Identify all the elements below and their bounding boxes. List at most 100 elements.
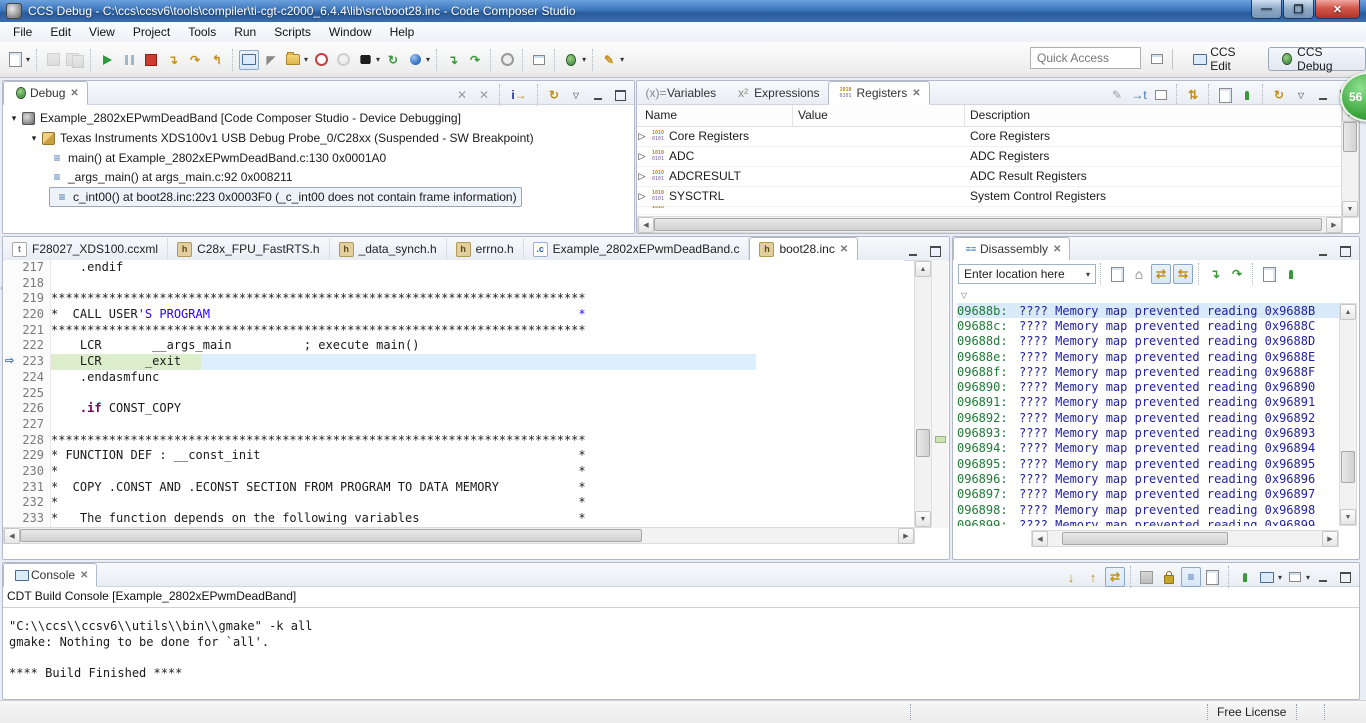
menu-scripts[interactable]: Scripts [265, 23, 320, 41]
tab-variables[interactable]: (x)=Variables [637, 82, 724, 104]
disassembly-line[interactable]: 09688d:???? Memory map prevented reading… [957, 334, 1339, 349]
code-line[interactable]: 226 .if CONST_COPY [4, 401, 904, 417]
pin-view-icon[interactable] [1237, 85, 1257, 105]
save-button[interactable] [43, 50, 63, 70]
debug-tree-row[interactable]: ≡c_int00() at boot28.inc:223 0x0003F0 (_… [49, 188, 522, 206]
disconnect-icon[interactable]: ✕ [474, 85, 494, 105]
code-line[interactable]: ⇨223 LCR _exit [4, 354, 904, 370]
menu-help[interactable]: Help [381, 23, 424, 41]
display-console-dropdown[interactable]: ▾ [1278, 573, 1282, 582]
location-dropdown[interactable]: ▾ [1086, 270, 1090, 279]
new-view-icon[interactable] [1215, 85, 1235, 105]
code-line[interactable]: 217 .endif [4, 260, 904, 276]
open-perspective-icon[interactable] [1147, 49, 1166, 69]
minimize-icon[interactable] [1313, 567, 1333, 587]
flash-pencil-button[interactable]: ✎ [599, 50, 619, 70]
code-line[interactable]: 230* * [4, 464, 904, 480]
debug-tree-row[interactable]: ≡_args_main() at args_main.c:92 0x008211 [49, 168, 293, 186]
disassembly-line[interactable]: 096894:???? Memory map prevented reading… [957, 441, 1339, 456]
debug-tree-row[interactable]: ≡main() at Example_2802xEPwmDeadBand.c:1… [49, 149, 386, 167]
menu-view[interactable]: View [80, 23, 124, 41]
disassembly-line[interactable]: 096898:???? Memory map prevented reading… [957, 502, 1339, 517]
pointer-mode-button[interactable]: ◤ [261, 50, 281, 70]
save-console-icon[interactable] [1137, 567, 1157, 587]
restart-dropdown[interactable]: ▾ [426, 55, 430, 64]
disassembly-listing[interactable]: 09688b:???? Memory map prevented reading… [957, 303, 1339, 526]
disassembly-line[interactable]: 09688c:???? Memory map prevented reading… [957, 318, 1339, 333]
location-combo[interactable]: Enter location here ▾ [958, 264, 1096, 284]
disassembly-line[interactable]: 096891:???? Memory map prevented reading… [957, 395, 1339, 410]
editor-hscrollbar[interactable]: ◀ ▶ [3, 527, 915, 544]
console-output[interactable]: "C:\\ccs\\ccsv6\\utils\\bin\\gmake" -k a… [9, 619, 312, 681]
disassembly-vscrollbar[interactable]: ▲ ▼ [1339, 303, 1357, 526]
editor-tab-example-2802xepwmdeadband-c[interactable]: .cExample_2802xEPwmDeadBand.c [524, 238, 750, 260]
registers-hscrollbar[interactable]: ◀ ▶ [637, 216, 1343, 233]
scroll-left-icon[interactable]: ◀ [638, 217, 654, 233]
editor-vscrollbar[interactable]: ▲ ▼ [914, 260, 932, 528]
load-program-button[interactable] [283, 50, 303, 70]
scroll-right-icon[interactable]: ▶ [1326, 217, 1342, 233]
close-icon[interactable]: ✕ [70, 88, 78, 99]
follow-output-icon[interactable]: ⇄ [1105, 567, 1125, 587]
disassembly-line[interactable]: 09688e:???? Memory map prevented reading… [957, 349, 1339, 364]
new-file-button[interactable] [5, 50, 25, 70]
disassembly-line[interactable]: 09688b:???? Memory map prevented reading… [957, 303, 1339, 318]
editor-tab-c28x-fpu-fastrts-h[interactable]: hC28x_FPU_FastRTS.h [168, 238, 330, 260]
code-line[interactable]: 222 LCR __args_main ; execute main() [4, 338, 904, 354]
step-into-button[interactable]: ↴ [163, 50, 183, 70]
editor-tab-f28027-xds100-ccxml[interactable]: tF28027_XDS100.ccxml [3, 238, 168, 260]
column-value[interactable]: Value [798, 108, 828, 122]
code-line[interactable]: 232* * [4, 495, 904, 511]
editor-tab-errno-h[interactable]: herrno.h [447, 238, 524, 260]
minimize-icon[interactable] [1313, 241, 1333, 261]
scroll-down-icon[interactable]: ▼ [1342, 201, 1358, 217]
restart-button[interactable] [405, 50, 425, 70]
pin-view-icon[interactable] [1281, 264, 1301, 284]
twisty-open-icon[interactable]: ▾ [9, 113, 19, 124]
word-wrap-icon[interactable]: ≡ [1181, 567, 1201, 587]
add-watch-icon[interactable]: →t [1129, 85, 1149, 105]
code-editor[interactable]: 217 .endif218 219***********************… [4, 260, 904, 528]
disassembly-line[interactable]: 096892:???? Memory map prevented reading… [957, 410, 1339, 425]
clear-console-icon[interactable] [1203, 567, 1223, 587]
pin-console-icon[interactable] [1235, 567, 1255, 587]
terminate-button[interactable] [141, 50, 161, 70]
code-line[interactable]: 218 [4, 276, 904, 292]
close-icon[interactable]: ✕ [912, 88, 920, 99]
menu-file[interactable]: File [4, 23, 41, 41]
menu-run[interactable]: Run [225, 23, 265, 41]
overview-marker[interactable] [935, 436, 946, 443]
step-over-icon[interactable]: ↷ [1227, 264, 1247, 284]
tab-console[interactable]: Console ✕ [3, 563, 97, 587]
scroll-down-icon[interactable]: ▼ [1340, 509, 1356, 525]
code-line[interactable]: 225 [4, 386, 904, 402]
overview-ruler[interactable] [931, 260, 948, 528]
disassembly-line[interactable]: 096899:???? Memory map prevented reading… [957, 517, 1339, 526]
twisty-closed-icon[interactable]: ▷ [637, 131, 647, 142]
show-debug-view-button[interactable] [239, 50, 259, 70]
close-icon[interactable]: ✕ [80, 570, 88, 581]
debug-tree-row[interactable]: ▾Texas Instruments XDS100v1 USB Debug Pr… [29, 129, 534, 147]
profile-clock-disabled-button[interactable] [333, 50, 353, 70]
column-name[interactable]: Name [645, 108, 677, 122]
remove-all-terminated-icon[interactable]: ✕ [452, 85, 472, 105]
menu-edit[interactable]: Edit [41, 23, 80, 41]
window-restore-button[interactable]: ❐ [1283, 0, 1314, 19]
disassembly-line[interactable]: 096897:???? Memory map prevented reading… [957, 487, 1339, 502]
editor-tab--data-synch-h[interactable]: h_data_synch.h [330, 238, 447, 260]
tab-disassembly[interactable]: ≡≡ Disassembly ✕ [953, 237, 1070, 261]
table-row[interactable]: ▷10100101ADCRESULTADC Result Registers [637, 166, 1343, 187]
code-line[interactable]: 220* CALL USER'S PROGRAM * [4, 307, 904, 323]
profile-clock-button[interactable] [311, 50, 331, 70]
code-line[interactable]: 233* The function depends on the followi… [4, 511, 904, 527]
view-menu-icon[interactable]: ▽ [1291, 85, 1311, 105]
minimize-icon[interactable] [588, 85, 608, 105]
scroll-lock-icon[interactable] [1159, 567, 1179, 587]
registers-vscrollbar[interactable]: ▲ ▼ [1341, 105, 1359, 218]
code-line[interactable]: 231* COPY .CONST AND .ECONST SECTION FRO… [4, 480, 904, 496]
save-all-button[interactable] [65, 50, 85, 70]
close-icon[interactable]: ✕ [1053, 244, 1061, 255]
disassembly-line[interactable]: 09688f:???? Memory map prevented reading… [957, 364, 1339, 379]
disassembly-line[interactable]: 096895:???? Memory map prevented reading… [957, 456, 1339, 471]
disassembly-hscrollbar[interactable]: ◀ ▶ [1031, 530, 1339, 547]
